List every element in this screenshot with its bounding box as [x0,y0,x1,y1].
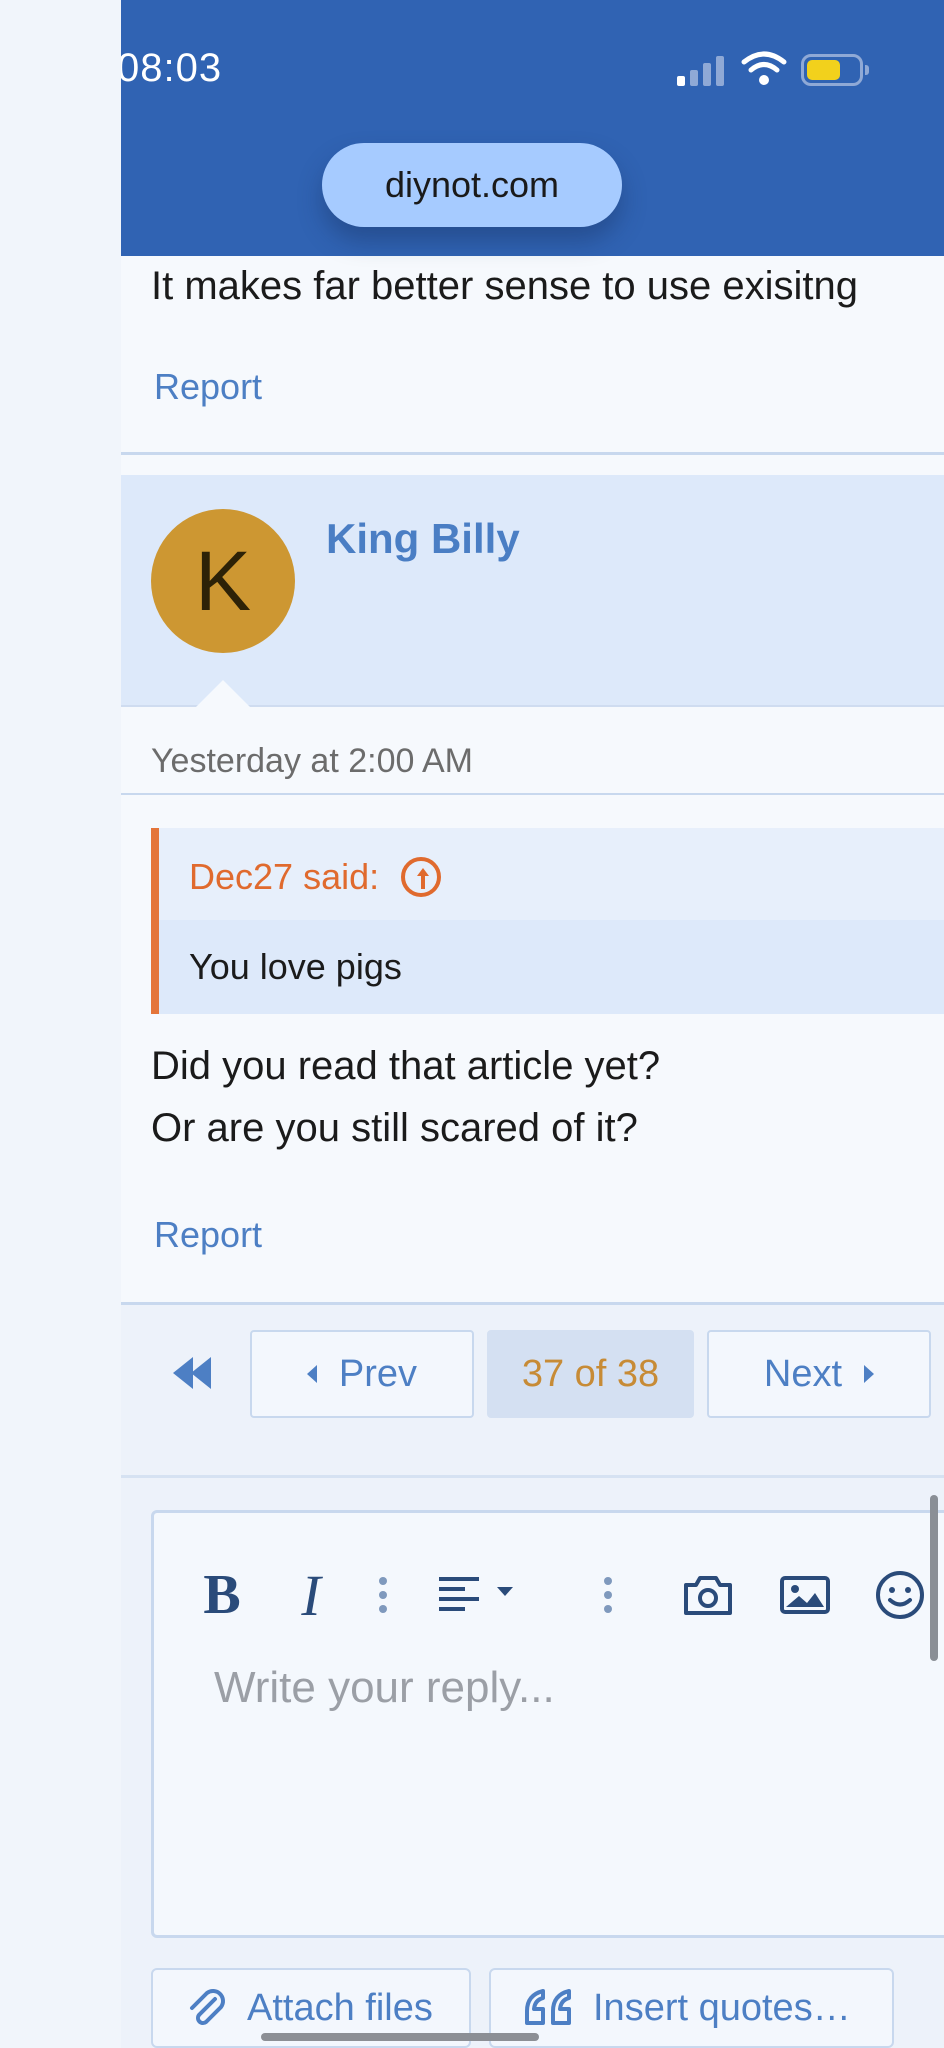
post-body-line: Or are you still scared of it? [151,1106,638,1150]
camera-button[interactable] [682,1565,734,1625]
post-report-link[interactable]: Report [154,1214,262,1256]
previous-post: It makes far better sense to use exisitn… [121,256,944,456]
next-label: Next [763,1352,843,1395]
author-notch [195,680,251,708]
reply-input-placeholder[interactable]: Write your reply... [214,1663,555,1713]
quote-marks-icon [525,1989,571,2025]
quote-attribution-text: Dec27 said: [189,856,380,897]
author-name[interactable]: King Billy [326,515,520,563]
quote-block: Dec27 said: You love pigs [151,828,944,1014]
post-author-header: K King Billy [121,475,944,708]
emoji-button[interactable] [874,1565,926,1625]
left-gutter [0,0,121,2048]
prev-label: Prev [338,1352,418,1395]
bold-button[interactable]: B [194,1564,250,1626]
page: 08:03 diynot.com It makes far better sen… [121,0,944,2048]
insert-quotes-label: Insert quotes… [593,1986,851,2029]
editor-scrollbar[interactable] [930,1495,938,1661]
align-icon [439,1577,513,1611]
battery-icon [801,54,869,86]
align-dropdown-button[interactable] [437,1565,521,1625]
insert-quotes-button[interactable]: Insert quotes… [489,1968,894,2048]
quote-text: You love pigs [189,946,402,987]
reply-editor[interactable]: B I Write your reply... [151,1510,944,1938]
double-chevron-left-icon [173,1357,193,1389]
reply-area: B I Write your reply... [121,1475,944,2048]
status-time: 08:03 [121,46,223,90]
avatar-initial: K [194,533,252,628]
camera-icon [684,1576,732,1615]
next-page-button[interactable]: Next [707,1330,931,1418]
post-body-line: Did you read that article yet? [151,1044,661,1088]
previous-post-report-link[interactable]: Report [154,366,262,408]
caret-left-icon [306,1365,317,1383]
previous-post-text: It makes far better sense to use exisitn… [151,264,859,308]
more-options-icon[interactable] [604,1565,612,1625]
home-indicator[interactable] [261,2033,539,2041]
date-divider [121,793,944,795]
page-indicator[interactable]: 37 of 38 [487,1330,694,1418]
post-divider [121,452,944,455]
italic-button[interactable]: I [288,1563,334,1628]
page-indicator-text: 37 of 38 [521,1352,660,1395]
emoji-icon [876,1571,924,1619]
paperclip-icon [190,1989,225,2025]
more-options-icon[interactable] [379,1565,387,1625]
first-page-button[interactable] [171,1353,217,1393]
avatar[interactable]: K [151,509,295,653]
attach-files-label: Attach files [247,1986,433,2029]
quote-attribution[interactable]: Dec27 said: [189,856,442,898]
post-date[interactable]: Yesterday at 2:00 AM [151,742,473,781]
image-icon [780,1576,830,1614]
wifi-icon [741,51,787,85]
insert-image-button[interactable] [779,1565,831,1625]
prev-page-button[interactable]: Prev [250,1330,474,1418]
arrow-up-circle-icon[interactable] [401,857,442,897]
pagination: Prev 37 of 38 Next [121,1305,944,1475]
url-bar[interactable]: diynot.com [322,143,622,227]
cellular-signal-icon [677,56,727,86]
quote-header[interactable]: Dec27 said: [159,828,944,920]
caret-right-icon [864,1365,875,1383]
browser-header: 08:03 diynot.com [121,0,944,256]
